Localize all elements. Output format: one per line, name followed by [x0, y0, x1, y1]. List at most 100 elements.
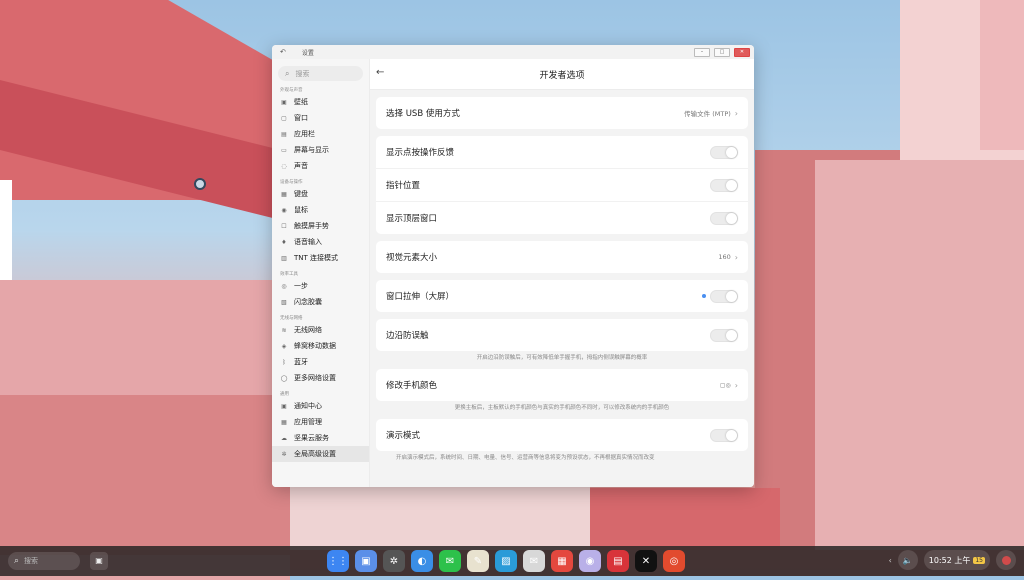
messages-icon[interactable]: ✉ — [523, 550, 545, 572]
edge-guard-card: 边沿防误触 — [376, 319, 748, 351]
show-top-window-row: 显示顶层窗口 — [376, 201, 748, 234]
capcut-icon[interactable]: ✕ — [635, 550, 657, 572]
weibo-icon[interactable]: ◎ — [663, 550, 685, 572]
sidebar-item[interactable]: ◌ 声音 — [272, 158, 369, 174]
settings-icon[interactable]: ✲ — [383, 550, 405, 572]
sidebar-item-label: 键盘 — [294, 190, 308, 198]
sidebar-item[interactable]: ☁ 坚果云服务 — [272, 430, 369, 446]
calendar-icon[interactable]: ▦ — [551, 550, 573, 572]
calendar-badge: 15 — [973, 556, 985, 564]
sidebar-item[interactable]: ◎ 一步 — [272, 278, 369, 294]
usb-card: 选择 USB 使用方式 传输文件 (MTP) › — [376, 97, 748, 129]
visual-size-row[interactable]: 视觉元素大小 160 › — [376, 241, 748, 273]
user-avatar[interactable] — [996, 550, 1016, 570]
window-back-icon[interactable]: ↶ — [280, 48, 286, 56]
sidebar-item[interactable]: ☐ 触摸屏手势 — [272, 218, 369, 234]
gallery-icon[interactable]: ▨ — [495, 550, 517, 572]
demo-mode-row: 演示模式 — [376, 419, 748, 451]
volume-button[interactable]: 🔈 — [897, 550, 918, 570]
sidebar-item-label: 通知中心 — [294, 402, 322, 410]
pointer-location-row: 指针位置 — [376, 168, 748, 201]
window-stretch-label: 窗口拉伸（大屏） — [386, 292, 455, 302]
bluetooth-icon: ᛒ — [282, 358, 286, 366]
taskbar-search-input[interactable]: ⌕ 搜索 — [8, 552, 80, 570]
demo-mode-toggle[interactable] — [710, 428, 738, 442]
launcher-icon[interactable]: ⋮⋮ — [327, 550, 349, 572]
back-arrow-icon[interactable]: ← — [376, 67, 384, 78]
minimize-button[interactable]: – — [694, 48, 710, 57]
close-button[interactable]: ✕ — [734, 48, 750, 57]
maximize-button[interactable]: □ — [714, 48, 730, 57]
sidebar-item[interactable]: ▦ 键盘 — [272, 186, 369, 202]
sidebar-item-label: 更多网络设置 — [294, 374, 336, 382]
search-icon: ⌕ — [14, 556, 20, 566]
show-top-window-toggle[interactable] — [710, 211, 738, 225]
pointer-location-toggle[interactable] — [710, 178, 738, 192]
sidebar-item-label: 一步 — [294, 282, 308, 290]
multitask-button[interactable]: ▣ — [90, 552, 108, 570]
browser-icon[interactable]: ◐ — [411, 550, 433, 572]
sidebar-item-label: 蜂窝移动数据 — [294, 342, 336, 350]
phone-color-row[interactable]: 修改手机颜色 ▢◎ › — [376, 369, 748, 401]
sidebar-item[interactable]: ≋ 无线网络 — [272, 322, 369, 338]
notes-icon[interactable]: ✎ — [467, 550, 489, 572]
usb-mode-row[interactable]: 选择 USB 使用方式 传输文件 (MTP) › — [376, 97, 748, 129]
sidebar-item[interactable]: ᛒ 蓝牙 — [272, 354, 369, 370]
phone-color-card: 修改手机颜色 ▢◎ › — [376, 369, 748, 401]
window-titlebar[interactable]: ↶ 设置 – □ ✕ — [272, 45, 754, 59]
system-tray: ‹ 🔈 10:52 上午 15 — [889, 550, 1016, 570]
music-icon[interactable]: ◉ — [579, 550, 601, 572]
tnt-connect-icon: ▥ — [281, 254, 287, 262]
keyboard-icon: ▦ — [281, 190, 287, 198]
sidebar-item[interactable]: ▣ 通知中心 — [272, 398, 369, 414]
sidebar-item-label: 窗口 — [294, 114, 308, 122]
sidebar-item-label: 声音 — [294, 162, 308, 170]
sidebar-item[interactable]: ▢ 窗口 — [272, 110, 369, 126]
file-manager-icon[interactable]: ▣ — [355, 550, 377, 572]
sidebar-item-label: 无线网络 — [294, 326, 322, 334]
sidebar-item-label: 应用管理 — [294, 418, 322, 426]
edge-guard-toggle[interactable] — [710, 328, 738, 342]
sidebar-item[interactable]: ▦ 应用管理 — [272, 414, 369, 430]
window-stretch-toggle[interactable] — [710, 289, 738, 303]
touch-gesture-icon: ☐ — [281, 222, 287, 230]
search-icon: ⌕ — [285, 68, 290, 78]
sidebar-group-title: 无线与网络 — [280, 316, 303, 321]
sidebar-item[interactable]: ▥ TNT 连接模式 — [272, 250, 369, 266]
taskbar: ⌕ 搜索 ▣ ⋮⋮ ▣ ✲ ◐ ✉ ✎ ▨ ✉ ▦ ◉ ▤ ✕ ◎ ‹ 🔈 10:52 上午 15 — [0, 546, 1024, 576]
sidebar-item-label: 全局高级设置 — [294, 450, 336, 458]
news-icon[interactable]: ▤ — [607, 550, 629, 572]
toggle-knob — [726, 429, 737, 441]
edge-guard-label: 边沿防误触 — [386, 331, 429, 341]
window-stretch-row: 窗口拉伸（大屏） — [376, 280, 748, 312]
wechat-icon[interactable]: ✉ — [439, 550, 461, 572]
wallpaper-wall — [0, 395, 290, 555]
sidebar-item[interactable]: ▣ 壁纸 — [272, 94, 369, 110]
sidebar-item[interactable]: ◉ 鼠标 — [272, 202, 369, 218]
sidebar-group-title: 设备与操作 — [280, 180, 303, 185]
sidebar-item[interactable]: ◈ 蜂窝移动数据 — [272, 338, 369, 354]
display-icon: ▭ — [281, 146, 287, 154]
show-touches-label: 显示点按操作反馈 — [386, 148, 455, 158]
visual-size-label: 视觉元素大小 — [386, 253, 438, 263]
one-step-icon: ◎ — [281, 282, 287, 290]
sidebar-group-title: 效率工具 — [280, 272, 298, 277]
wifi-icon: ≋ — [281, 326, 287, 334]
show-touches-toggle[interactable] — [710, 145, 738, 159]
sidebar-item[interactable]: ♦ 语音输入 — [272, 234, 369, 250]
tray-collapse-icon[interactable]: ‹ — [889, 556, 892, 565]
sidebar-item[interactable]: ◯ 更多网络设置 — [272, 370, 369, 386]
sidebar-item-label: 壁纸 — [294, 98, 308, 106]
sidebar-item[interactable]: ✲ 全局高级设置 — [272, 446, 369, 462]
sidebar-group-title: 外观与声音 — [280, 88, 303, 93]
sidebar-item[interactable]: ▭ 屏幕与显示 — [272, 142, 369, 158]
phone-color-label: 修改手机颜色 — [386, 381, 438, 391]
demo-mode-card: 演示模式 — [376, 419, 748, 451]
sidebar-item[interactable]: ▧ 闪念胶囊 — [272, 294, 369, 310]
sidebar-item-label: 坚果云服务 — [294, 434, 329, 442]
panel-header: ← 开发者选项 — [370, 59, 754, 90]
clock-button[interactable]: 10:52 上午 15 — [923, 550, 990, 570]
sidebar-search-input[interactable]: ⌕ 搜索 — [278, 66, 363, 81]
sidebar-item[interactable]: ▤ 应用栏 — [272, 126, 369, 142]
capsule-icon: ▧ — [281, 298, 287, 306]
